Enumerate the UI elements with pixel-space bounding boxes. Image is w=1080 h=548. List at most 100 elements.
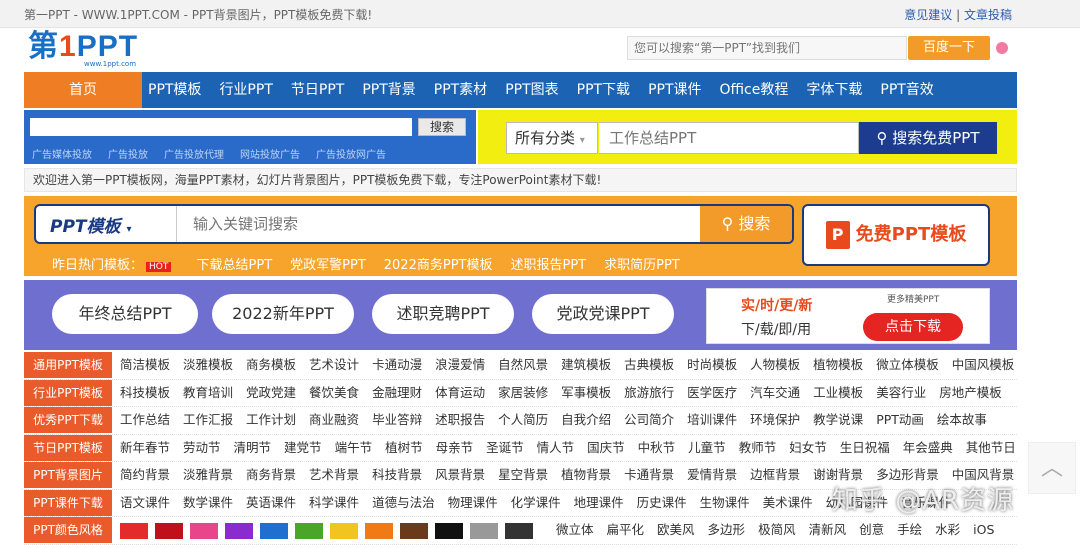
category-link[interactable]: 英语课件 xyxy=(246,490,296,516)
category-link[interactable]: 生物课件 xyxy=(700,490,750,516)
category-link[interactable]: 简约背景 xyxy=(120,462,170,488)
hot-item[interactable]: 下载总结PPT xyxy=(197,258,273,273)
category-link[interactable]: 个人简历 xyxy=(498,407,548,433)
nav-item[interactable]: 字体下载 xyxy=(806,72,862,108)
nav-item[interactable]: Office教程 xyxy=(720,72,789,108)
category-link[interactable]: 自我介绍 xyxy=(561,407,611,433)
submit-article-link[interactable]: 文章投稿 xyxy=(964,8,1012,22)
category-link[interactable]: 母亲节 xyxy=(436,435,474,461)
category-link[interactable]: 边框背景 xyxy=(750,462,800,488)
hot-item[interactable]: 述职报告PPT xyxy=(510,258,586,273)
category-link[interactable]: 美容行业 xyxy=(876,380,926,406)
color-swatch[interactable] xyxy=(400,523,428,539)
category-link[interactable]: 星空背景 xyxy=(498,462,548,488)
header-search-input[interactable] xyxy=(628,37,906,59)
category-link[interactable]: 房地产模板 xyxy=(939,380,1002,406)
category-link[interactable]: 军事模板 xyxy=(561,380,611,406)
category-link[interactable]: 卡通动漫 xyxy=(372,352,422,378)
download-promo[interactable]: 实/时/更/新 下/载/即/用 更多精美PPT 点击下载 xyxy=(706,288,990,344)
ad-search-button[interactable]: 搜索 xyxy=(418,118,466,136)
ad-search-input[interactable] xyxy=(30,118,412,136)
category-link[interactable]: 教师节 xyxy=(739,435,777,461)
category-link[interactable]: 物理课件 xyxy=(448,490,498,516)
category-row-label[interactable]: PPT课件下载 xyxy=(24,489,112,516)
category-link[interactable]: 教学说课 xyxy=(813,407,863,433)
color-swatch[interactable] xyxy=(505,523,533,539)
category-link[interactable]: 卡通背景 xyxy=(624,462,674,488)
style-link[interactable]: 扁平化 xyxy=(607,517,645,543)
category-link[interactable]: 微立体模板 xyxy=(876,352,939,378)
category-link[interactable]: 劳动节 xyxy=(183,435,221,461)
style-link[interactable]: 水彩 xyxy=(935,517,960,543)
color-swatch[interactable] xyxy=(365,523,393,539)
color-row-label[interactable]: PPT颜色风格 xyxy=(24,517,112,543)
category-link[interactable]: 植物背景 xyxy=(561,462,611,488)
category-row-label[interactable]: 节日PPT模板 xyxy=(24,434,112,461)
category-link[interactable]: 爱情背景 xyxy=(687,462,737,488)
category-link[interactable]: 旅游旅行 xyxy=(624,380,674,406)
color-swatch[interactable] xyxy=(190,523,218,539)
category-link[interactable]: 风景背景 xyxy=(435,462,485,488)
nav-item[interactable]: PPT素材 xyxy=(434,72,487,108)
style-link[interactable]: 手绘 xyxy=(897,517,922,543)
nav-item[interactable]: 行业PPT xyxy=(219,72,272,108)
template-search-button[interactable]: ⚲ 搜索 xyxy=(700,206,792,242)
category-link[interactable]: 毕业答辩 xyxy=(372,407,422,433)
nav-item[interactable]: PPT音效 xyxy=(880,72,933,108)
category-link[interactable]: 美术课件 xyxy=(763,490,813,516)
pill-job-report[interactable]: 述职竞聘PPT xyxy=(372,294,514,334)
category-link[interactable]: 科技模板 xyxy=(120,380,170,406)
category-link[interactable]: 浪漫爱情 xyxy=(435,352,485,378)
color-swatch[interactable] xyxy=(225,523,253,539)
category-link[interactable]: 体育运动 xyxy=(435,380,485,406)
feedback-link[interactable]: 意见建议 xyxy=(904,8,952,22)
category-link[interactable]: 教育培训 xyxy=(183,380,233,406)
color-swatch[interactable] xyxy=(120,523,148,539)
category-link[interactable]: 科学课件 xyxy=(309,490,359,516)
nav-item[interactable]: 节日PPT xyxy=(291,72,344,108)
color-swatch[interactable] xyxy=(330,523,358,539)
category-link[interactable]: 数学课件 xyxy=(183,490,233,516)
template-keyword-input[interactable] xyxy=(176,206,696,242)
category-link[interactable]: 中国风模板 xyxy=(952,352,1015,378)
click-download-button[interactable]: 点击下载 xyxy=(863,313,963,341)
category-link[interactable]: 植树节 xyxy=(385,435,423,461)
category-row-label[interactable]: PPT背景图片 xyxy=(24,462,112,488)
color-swatch[interactable] xyxy=(435,523,463,539)
category-link[interactable]: 地理课件 xyxy=(574,490,624,516)
category-link[interactable]: 工作汇报 xyxy=(183,407,233,433)
baidu-search-button[interactable]: 百度一下 xyxy=(908,36,990,60)
category-link[interactable]: 艺术设计 xyxy=(309,352,359,378)
nav-home[interactable]: 首页 xyxy=(24,72,142,108)
pill-new-year[interactable]: 2022新年PPT xyxy=(212,294,354,334)
nav-item[interactable]: PPT图表 xyxy=(505,72,558,108)
ad-link[interactable]: 广告投放 xyxy=(108,150,148,161)
category-link[interactable]: 培训课件 xyxy=(687,407,737,433)
category-link[interactable]: 艺术背景 xyxy=(309,462,359,488)
category-link[interactable]: 中秋节 xyxy=(638,435,676,461)
category-link[interactable]: 金融理财 xyxy=(372,380,422,406)
category-link[interactable]: 科技背景 xyxy=(372,462,422,488)
category-link[interactable]: 植物模板 xyxy=(813,352,863,378)
category-row-label[interactable]: 通用PPT模板 xyxy=(24,352,112,378)
hot-item[interactable]: 求职简历PPT xyxy=(604,258,680,273)
style-link[interactable]: iOS xyxy=(973,517,994,543)
category-link[interactable]: 工作计划 xyxy=(246,407,296,433)
pill-year-summary[interactable]: 年终总结PPT xyxy=(52,294,198,334)
style-link[interactable]: 欧美风 xyxy=(657,517,695,543)
category-link[interactable]: 商务背景 xyxy=(246,462,296,488)
color-swatch[interactable] xyxy=(470,523,498,539)
nav-item[interactable]: PPT课件 xyxy=(648,72,701,108)
free-search-button[interactable]: ⚲ 搜索免费PPT xyxy=(859,122,997,154)
ad-link[interactable]: 广告投放代理 xyxy=(164,150,224,161)
category-link[interactable]: 生日祝福 xyxy=(840,435,890,461)
color-swatch[interactable] xyxy=(260,523,288,539)
category-link[interactable]: 党政党建 xyxy=(246,380,296,406)
category-link[interactable]: 语文课件 xyxy=(120,490,170,516)
color-swatch[interactable] xyxy=(155,523,183,539)
category-link[interactable]: 国庆节 xyxy=(587,435,625,461)
category-link[interactable]: 医学医疗 xyxy=(687,380,737,406)
category-link[interactable]: 工作总结 xyxy=(120,407,170,433)
category-row-label[interactable]: 行业PPT模板 xyxy=(24,379,112,406)
category-link[interactable]: 建党节 xyxy=(284,435,322,461)
